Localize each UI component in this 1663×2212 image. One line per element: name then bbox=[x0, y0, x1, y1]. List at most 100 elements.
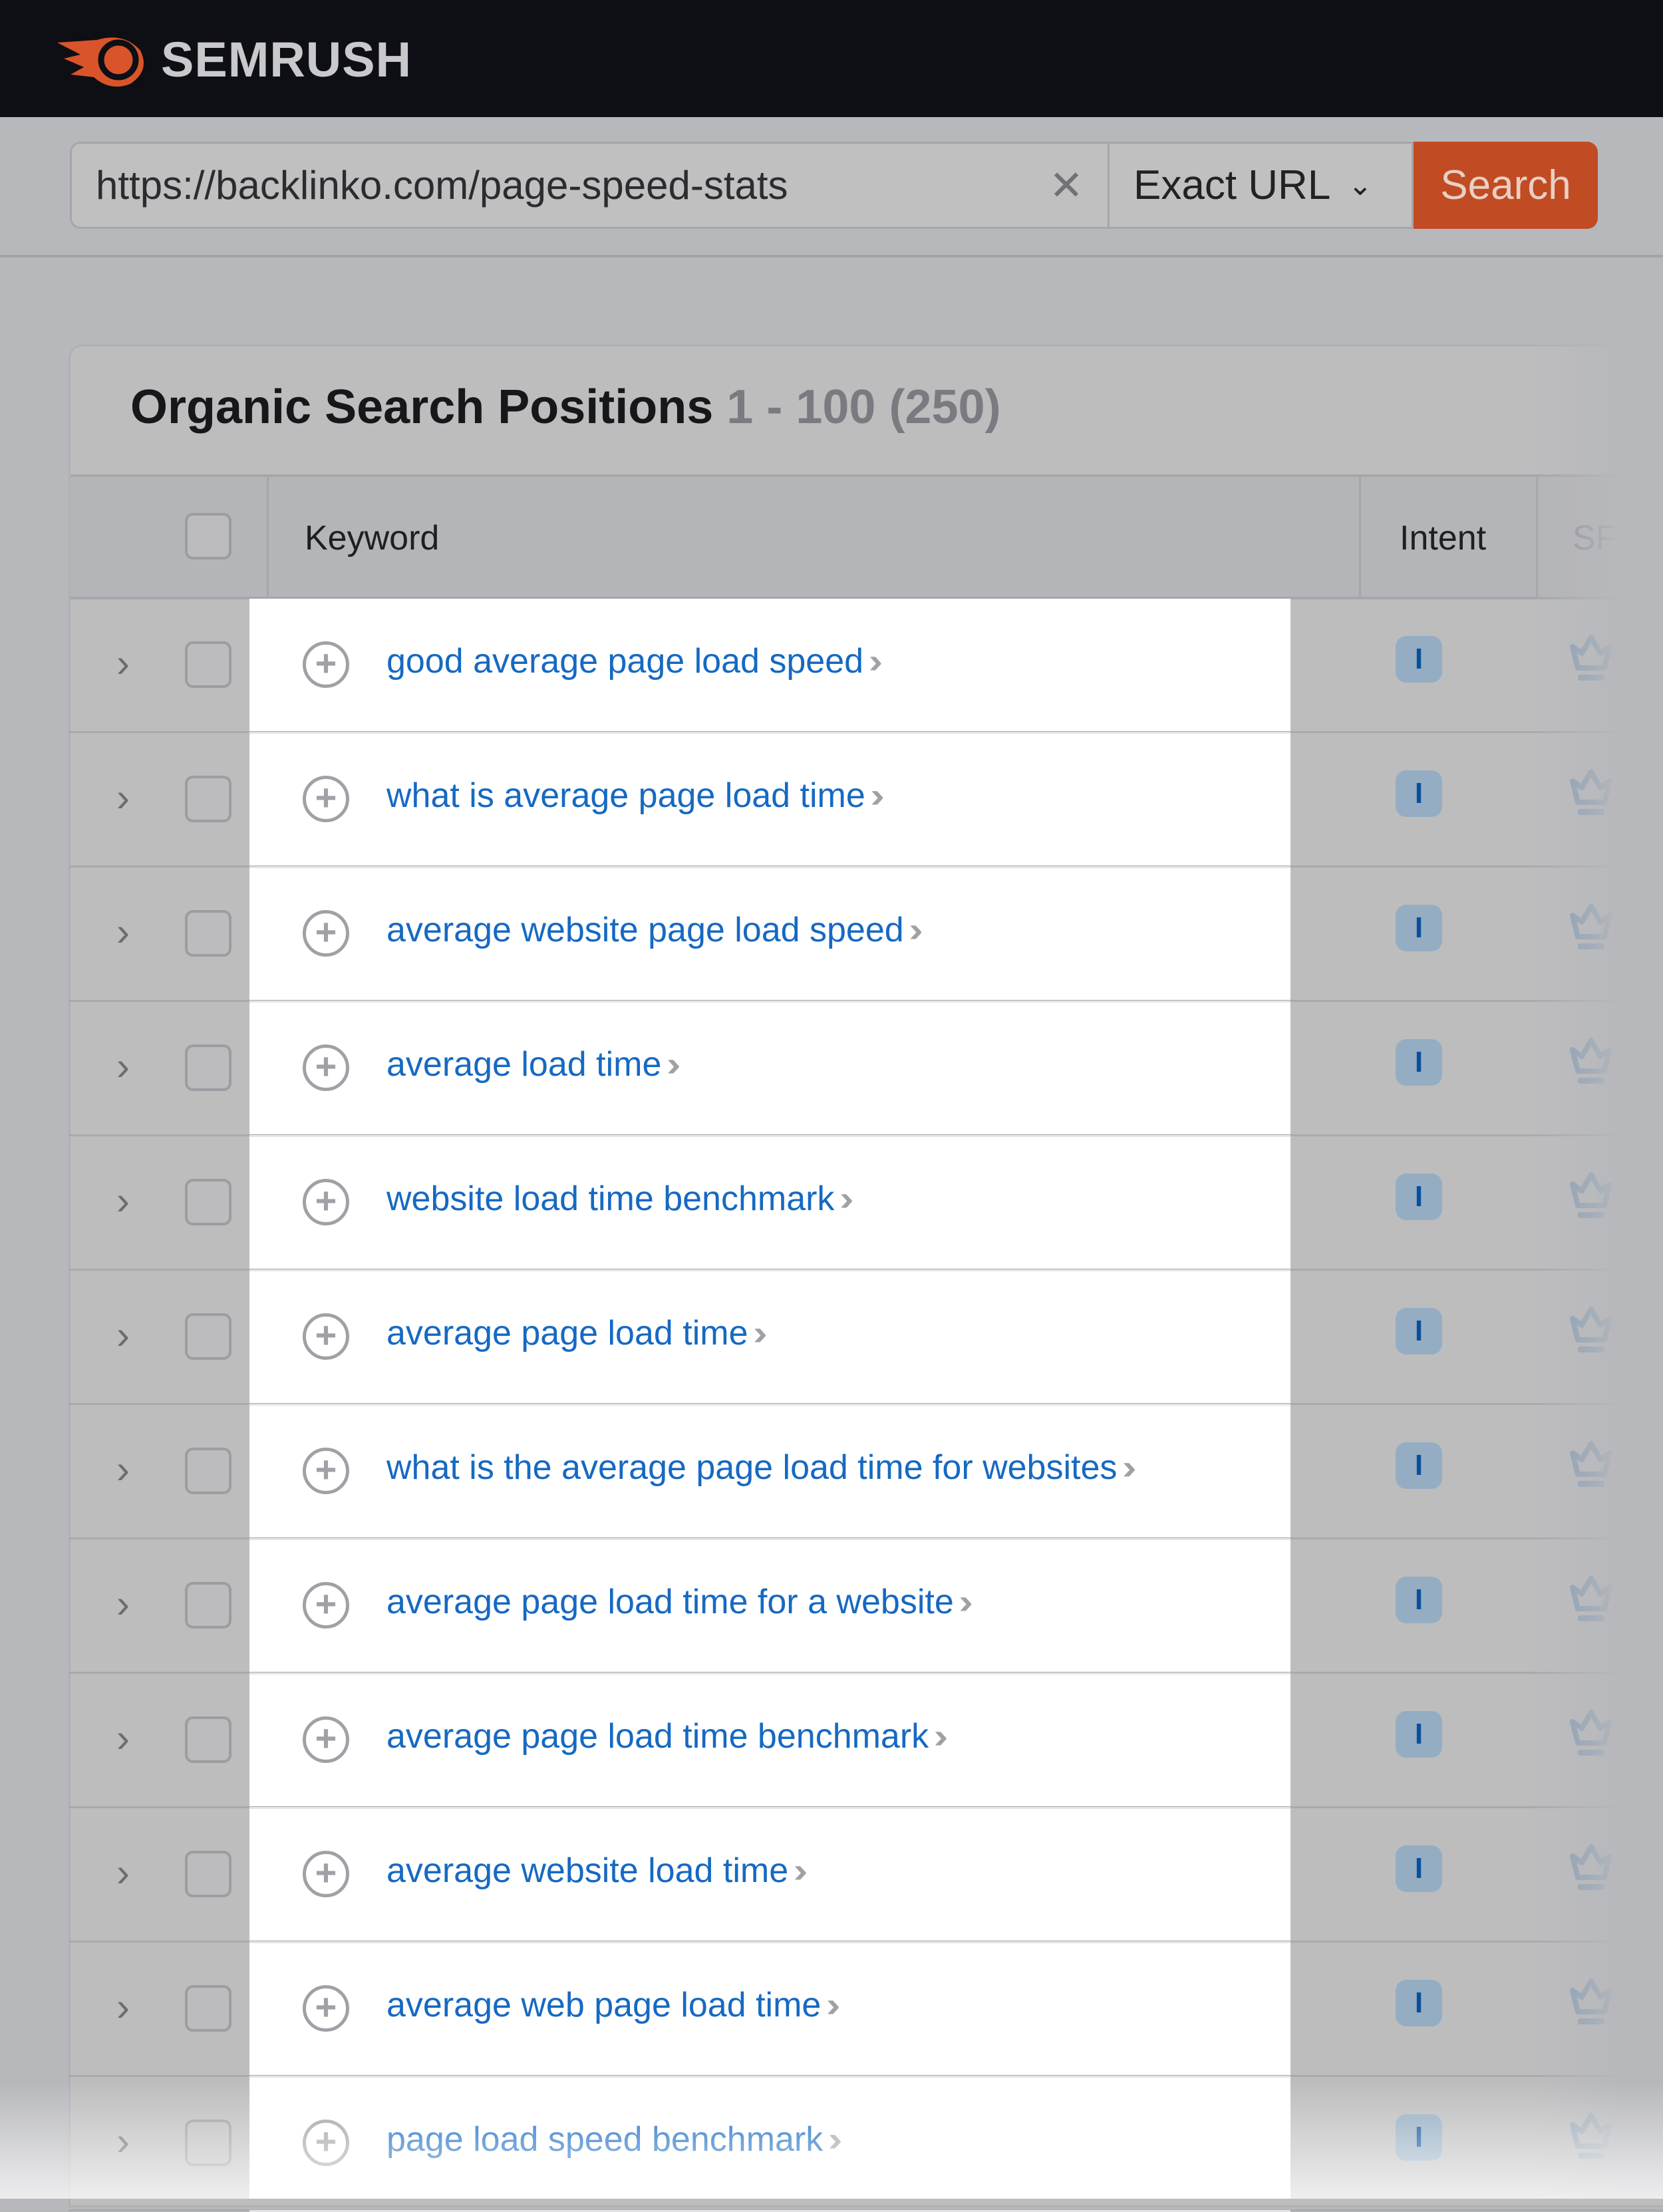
double-chevron-icon[interactable]: ›› bbox=[826, 1986, 839, 2024]
keyword-link[interactable]: average page load time for a website ›› bbox=[386, 1582, 973, 1622]
expand-chevron-icon[interactable]: › bbox=[116, 909, 130, 955]
row-checkbox[interactable] bbox=[185, 910, 231, 957]
expand-chevron-icon[interactable]: › bbox=[116, 1715, 130, 1761]
double-chevron-icon[interactable]: ›› bbox=[839, 1180, 853, 1218]
row-checkbox[interactable] bbox=[185, 1313, 231, 1360]
keyword-link[interactable]: what is average page load time ›› bbox=[386, 776, 884, 816]
expand-chevron-icon[interactable]: › bbox=[116, 1581, 130, 1627]
double-chevron-icon[interactable]: ›› bbox=[934, 1717, 947, 1756]
row-checkbox[interactable] bbox=[185, 1179, 231, 1225]
table-row: › + good average page load speed ›› I bbox=[69, 599, 1663, 733]
intent-column-header[interactable]: Intent bbox=[1400, 477, 1486, 599]
keyword-text[interactable]: average page load time for a website bbox=[386, 1583, 954, 1621]
keyword-text[interactable]: average page load time bbox=[386, 1314, 748, 1352]
intent-badge: I bbox=[1396, 1980, 1442, 2026]
close-icon[interactable]: ✕ bbox=[1049, 161, 1084, 210]
add-keyword-icon[interactable]: + bbox=[303, 1448, 349, 1494]
double-chevron-icon[interactable]: ›› bbox=[754, 1314, 767, 1352]
keyword-link[interactable]: good average page load speed ›› bbox=[386, 641, 882, 681]
add-keyword-icon[interactable]: + bbox=[303, 910, 349, 957]
keyword-link[interactable]: average website page load speed ›› bbox=[386, 910, 923, 950]
url-value[interactable]: https://backlinko.com/page-speed-stats bbox=[96, 162, 1049, 208]
add-keyword-icon[interactable]: + bbox=[303, 1044, 349, 1091]
keyword-column-header[interactable]: Keyword bbox=[305, 477, 439, 599]
brand-name: SEMRUSH bbox=[161, 31, 412, 87]
keyword-link[interactable]: average page load time benchmark ›› bbox=[386, 1716, 947, 1756]
double-chevron-icon[interactable]: ›› bbox=[909, 911, 923, 949]
expand-chevron-icon[interactable]: › bbox=[116, 1984, 130, 2030]
search-bar: https://backlinko.com/page-speed-stats ✕… bbox=[70, 142, 1598, 229]
row-checkbox[interactable] bbox=[185, 1851, 231, 1897]
intent-badge: I bbox=[1396, 1711, 1442, 1758]
keyword-link[interactable]: website load time benchmark ›› bbox=[386, 1179, 853, 1219]
table-row: › + what is average page load time ›› I bbox=[69, 733, 1663, 868]
row-checkbox[interactable] bbox=[185, 641, 231, 688]
keyword-text[interactable]: average web page load time bbox=[386, 1986, 821, 2024]
expand-chevron-icon[interactable]: › bbox=[116, 640, 130, 686]
keyword-text[interactable]: what is average page load time bbox=[386, 776, 865, 815]
double-chevron-icon[interactable]: ›› bbox=[959, 1583, 973, 1621]
expand-chevron-icon[interactable]: › bbox=[116, 1849, 130, 1895]
keyword-link[interactable]: average web page load time ›› bbox=[386, 1985, 839, 2025]
add-keyword-icon[interactable]: + bbox=[303, 776, 349, 822]
row-checkbox[interactable] bbox=[185, 1448, 231, 1494]
add-keyword-icon[interactable]: + bbox=[303, 1985, 349, 2032]
row-checkbox[interactable] bbox=[185, 1716, 231, 1763]
keyword-link[interactable]: average load time ›› bbox=[386, 1044, 680, 1084]
semrush-logo[interactable]: SEMRUSH bbox=[57, 31, 412, 88]
select-all-checkbox[interactable] bbox=[185, 513, 231, 559]
intent-badge: I bbox=[1396, 1174, 1442, 1220]
table-row: › + average page load time for a website… bbox=[69, 1539, 1663, 1674]
row-checkbox[interactable] bbox=[185, 1985, 231, 2032]
double-chevron-icon[interactable]: ›› bbox=[1122, 1448, 1135, 1487]
url-input[interactable]: https://backlinko.com/page-speed-stats ✕ bbox=[70, 142, 1108, 229]
keyword-text[interactable]: average website page load speed bbox=[386, 911, 904, 949]
semrush-flame-icon bbox=[57, 37, 144, 87]
intent-badge: I bbox=[1396, 1039, 1442, 1086]
keyword-text[interactable]: website load time benchmark bbox=[386, 1180, 834, 1218]
add-keyword-icon[interactable]: + bbox=[303, 1313, 349, 1360]
expand-chevron-icon[interactable]: › bbox=[116, 1446, 130, 1492]
double-chevron-icon[interactable]: ›› bbox=[869, 642, 882, 681]
table-row: › + average load time ›› I bbox=[69, 1002, 1663, 1136]
intent-badge: I bbox=[1396, 1577, 1442, 1623]
chevron-down-icon: ⌄ bbox=[1348, 169, 1373, 202]
intent-badge: I bbox=[1396, 1442, 1442, 1489]
keyword-text[interactable]: average page load time benchmark bbox=[386, 1717, 929, 1756]
keyword-text[interactable]: good average page load speed bbox=[386, 642, 863, 681]
row-checkbox[interactable] bbox=[185, 1044, 231, 1091]
add-keyword-icon[interactable]: + bbox=[303, 1851, 349, 1897]
add-keyword-icon[interactable]: + bbox=[303, 1179, 349, 1225]
intent-badge: I bbox=[1396, 1308, 1442, 1354]
keyword-link[interactable]: average website load time ›› bbox=[386, 1851, 807, 1891]
expand-chevron-icon[interactable]: › bbox=[116, 1043, 130, 1089]
search-button[interactable]: Search bbox=[1414, 142, 1598, 229]
row-checkbox[interactable] bbox=[185, 776, 231, 822]
keyword-text[interactable]: average load time bbox=[386, 1045, 661, 1084]
result-range: 1 - 100 (250) bbox=[726, 381, 1001, 434]
double-chevron-icon[interactable]: ›› bbox=[667, 1045, 680, 1084]
column-divider bbox=[1359, 477, 1361, 599]
double-chevron-icon[interactable]: ›› bbox=[871, 776, 884, 815]
keyword-text[interactable]: average website load time bbox=[386, 1851, 788, 1890]
table-row: › + what is the average page load time f… bbox=[69, 1405, 1663, 1539]
keyword-link[interactable]: what is the average page load time for w… bbox=[386, 1448, 1135, 1488]
scope-dropdown[interactable]: Exact URL ⌄ bbox=[1108, 142, 1414, 229]
table-row: › + average website page load speed ›› I bbox=[69, 868, 1663, 1002]
expand-chevron-icon[interactable]: › bbox=[116, 774, 130, 820]
intent-badge: I bbox=[1396, 770, 1442, 817]
intent-badge: I bbox=[1396, 1845, 1442, 1892]
keyword-text[interactable]: what is the average page load time for w… bbox=[386, 1448, 1117, 1487]
table-row: › + average website load time ›› I bbox=[69, 1808, 1663, 1943]
row-checkbox[interactable] bbox=[185, 1582, 231, 1629]
add-keyword-icon[interactable]: + bbox=[303, 1582, 349, 1629]
table-row: › + average page load time benchmark ›› I bbox=[69, 1674, 1663, 1808]
add-keyword-icon[interactable]: + bbox=[303, 1716, 349, 1763]
report-title: Organic Search Positions bbox=[130, 381, 714, 434]
keyword-link[interactable]: average page load time ›› bbox=[386, 1313, 767, 1353]
table-row: › + average page load time ›› I bbox=[69, 1271, 1663, 1405]
expand-chevron-icon[interactable]: › bbox=[116, 1178, 130, 1223]
expand-chevron-icon[interactable]: › bbox=[116, 1312, 130, 1358]
add-keyword-icon[interactable]: + bbox=[303, 641, 349, 688]
double-chevron-icon[interactable]: ›› bbox=[794, 1851, 807, 1890]
